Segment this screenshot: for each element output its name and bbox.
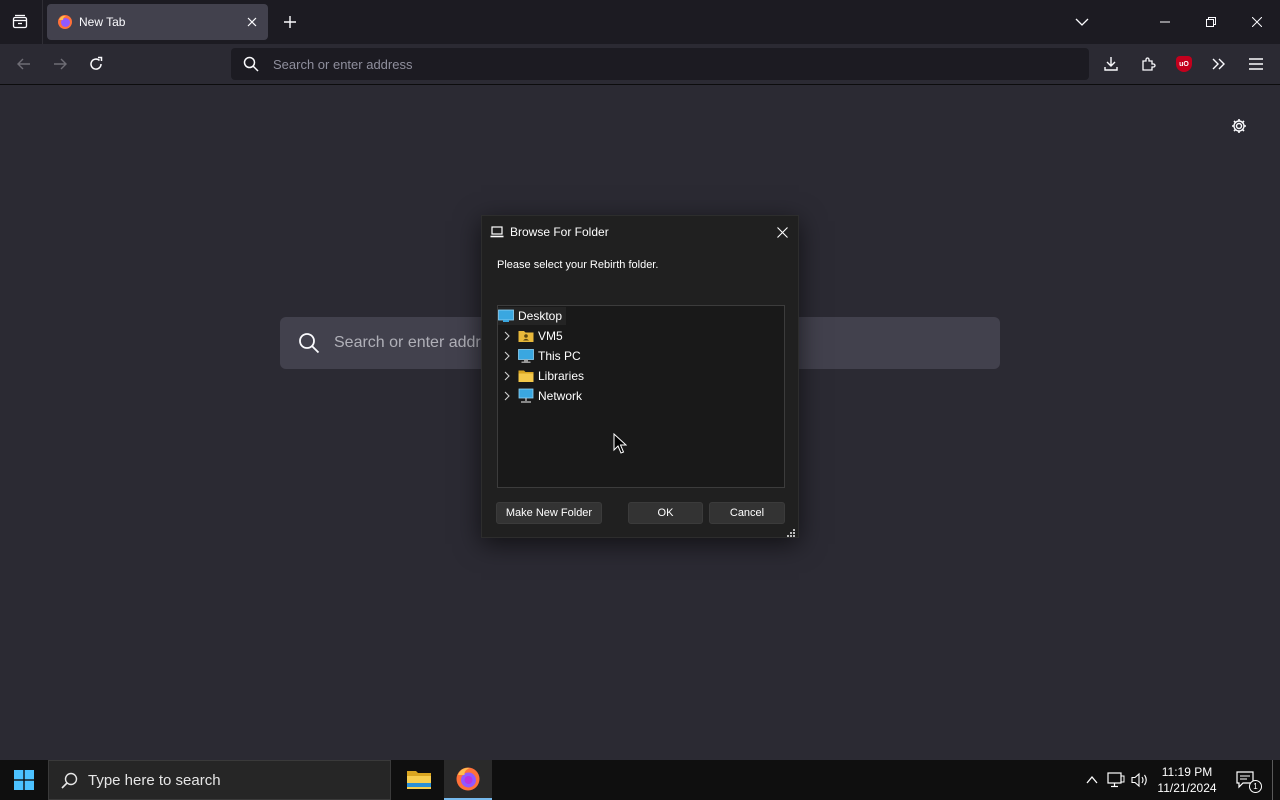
speaker-icon	[1131, 772, 1149, 788]
tree-item-network[interactable]: Network	[500, 387, 582, 405]
user-folder-icon	[518, 328, 534, 344]
chevron-up-icon	[1086, 776, 1098, 784]
make-new-folder-button[interactable]: Make New Folder	[496, 502, 602, 524]
close-window-button[interactable]	[1234, 0, 1280, 44]
tab-title: New Tab	[79, 15, 126, 29]
list-all-tabs-button[interactable]	[1071, 11, 1093, 33]
extensions-button[interactable]	[1136, 52, 1160, 76]
network-monitor-icon	[1107, 772, 1125, 788]
hamburger-menu-icon	[1249, 58, 1263, 70]
dialog-close-button[interactable]	[772, 222, 792, 242]
ok-button[interactable]: OK	[628, 502, 703, 524]
tree-item-desktop[interactable]: Desktop	[498, 307, 567, 325]
newtab-search-placeholder: Search or enter address	[334, 334, 506, 351]
puzzle-piece-icon	[1140, 56, 1156, 72]
reload-button[interactable]	[84, 52, 108, 76]
minimize-button[interactable]	[1142, 0, 1188, 44]
download-icon	[1103, 56, 1119, 72]
new-tab-button[interactable]	[280, 12, 300, 32]
customize-button[interactable]	[1228, 115, 1250, 137]
taskbar-clock[interactable]: 11:19 PM 11/21/2024	[1150, 764, 1224, 796]
notification-icon: 1	[1236, 771, 1262, 793]
taskbar-file-explorer[interactable]	[395, 760, 443, 800]
taskbar-search-box[interactable]: Type here to search	[48, 760, 391, 800]
network-icon	[518, 388, 534, 404]
search-icon	[243, 56, 259, 72]
chevron-down-icon	[1075, 18, 1089, 26]
tree-item-label: Desktop	[518, 309, 563, 323]
desktop-icon	[498, 308, 514, 324]
app-menu-button[interactable]	[1244, 52, 1268, 76]
close-icon	[1252, 17, 1262, 27]
taskbar-search-placeholder: Type here to search	[88, 771, 221, 789]
chevron-right-icon[interactable]	[500, 389, 514, 403]
plus-icon	[283, 15, 297, 29]
show-desktop-strip[interactable]	[1272, 760, 1273, 800]
tree-item-label: VM5	[538, 329, 563, 343]
dialog-title: Browse For Folder	[510, 225, 609, 239]
cancel-button[interactable]: Cancel	[709, 502, 785, 524]
minimize-icon	[1160, 17, 1170, 27]
double-chevron-right-icon	[1212, 58, 1226, 70]
reload-icon	[88, 56, 104, 72]
show-hidden-icons-button[interactable]	[1082, 760, 1102, 800]
folder-tree[interactable]: Desktop VM5 This PC Libraries Network	[497, 305, 785, 488]
forward-button[interactable]	[48, 52, 72, 76]
taskbar-firefox[interactable]	[444, 760, 492, 800]
restore-button[interactable]	[1188, 0, 1234, 44]
navigation-toolbar: uO	[0, 44, 1280, 85]
folder-icon	[518, 368, 534, 384]
tab-strip: New Tab	[0, 0, 1280, 44]
tree-item-this-pc[interactable]: This PC	[500, 347, 581, 365]
tab-new-tab[interactable]: New Tab	[47, 4, 268, 40]
back-arrow-icon	[16, 56, 32, 72]
firefox-icon	[455, 766, 481, 792]
chevron-right-icon[interactable]	[500, 349, 514, 363]
tab-separator	[42, 0, 43, 44]
windows-logo-icon	[14, 770, 34, 790]
mouse-cursor-icon	[613, 433, 627, 455]
address-bar[interactable]	[231, 48, 1089, 80]
firefox-view-icon	[12, 14, 28, 30]
tree-item-vm5[interactable]: VM5	[500, 327, 563, 345]
network-status-button[interactable]	[1105, 760, 1127, 800]
ublock-shield-icon: uO	[1176, 56, 1192, 72]
firefox-favicon-icon	[57, 14, 73, 30]
resize-grip[interactable]	[786, 525, 796, 537]
tree-item-label: This PC	[538, 349, 581, 363]
clock-time: 11:19 PM	[1161, 765, 1213, 779]
more-tools-button[interactable]	[1207, 52, 1231, 76]
close-icon	[776, 226, 788, 238]
forward-arrow-icon	[52, 56, 68, 72]
computer-icon	[518, 348, 534, 364]
tree-item-label: Network	[538, 389, 583, 403]
taskbar: Type here to search 11:19 PM 11/21/2024 …	[0, 760, 1280, 800]
volume-button[interactable]	[1129, 760, 1151, 800]
close-tab-icon[interactable]	[244, 14, 260, 30]
search-icon	[61, 772, 78, 789]
chevron-right-icon[interactable]	[500, 369, 514, 383]
back-button[interactable]	[12, 52, 36, 76]
browse-for-folder-dialog: Browse For Folder Please select your Reb…	[481, 215, 799, 538]
notification-count-badge: 1	[1249, 780, 1262, 793]
search-icon	[298, 332, 320, 354]
ublock-origin-button[interactable]: uO	[1172, 52, 1196, 76]
file-explorer-icon	[406, 769, 432, 791]
start-button[interactable]	[0, 760, 48, 800]
tree-item-libraries[interactable]: Libraries	[500, 367, 584, 385]
laptop-icon	[490, 225, 504, 239]
address-input[interactable]	[273, 56, 1053, 72]
notification-center-button[interactable]: 1	[1232, 760, 1262, 800]
gear-icon	[1231, 118, 1247, 134]
window-controls	[1142, 0, 1280, 44]
chevron-right-icon[interactable]	[500, 329, 514, 343]
firefox-view-button[interactable]	[8, 10, 32, 34]
downloads-button[interactable]	[1099, 52, 1123, 76]
dialog-title-bar: Browse For Folder	[490, 224, 609, 240]
tree-item-label: Libraries	[538, 369, 585, 383]
restore-icon	[1206, 17, 1216, 27]
dialog-instruction: Please select your Rebirth folder.	[497, 259, 659, 271]
clock-date: 11/21/2024	[1157, 781, 1217, 795]
